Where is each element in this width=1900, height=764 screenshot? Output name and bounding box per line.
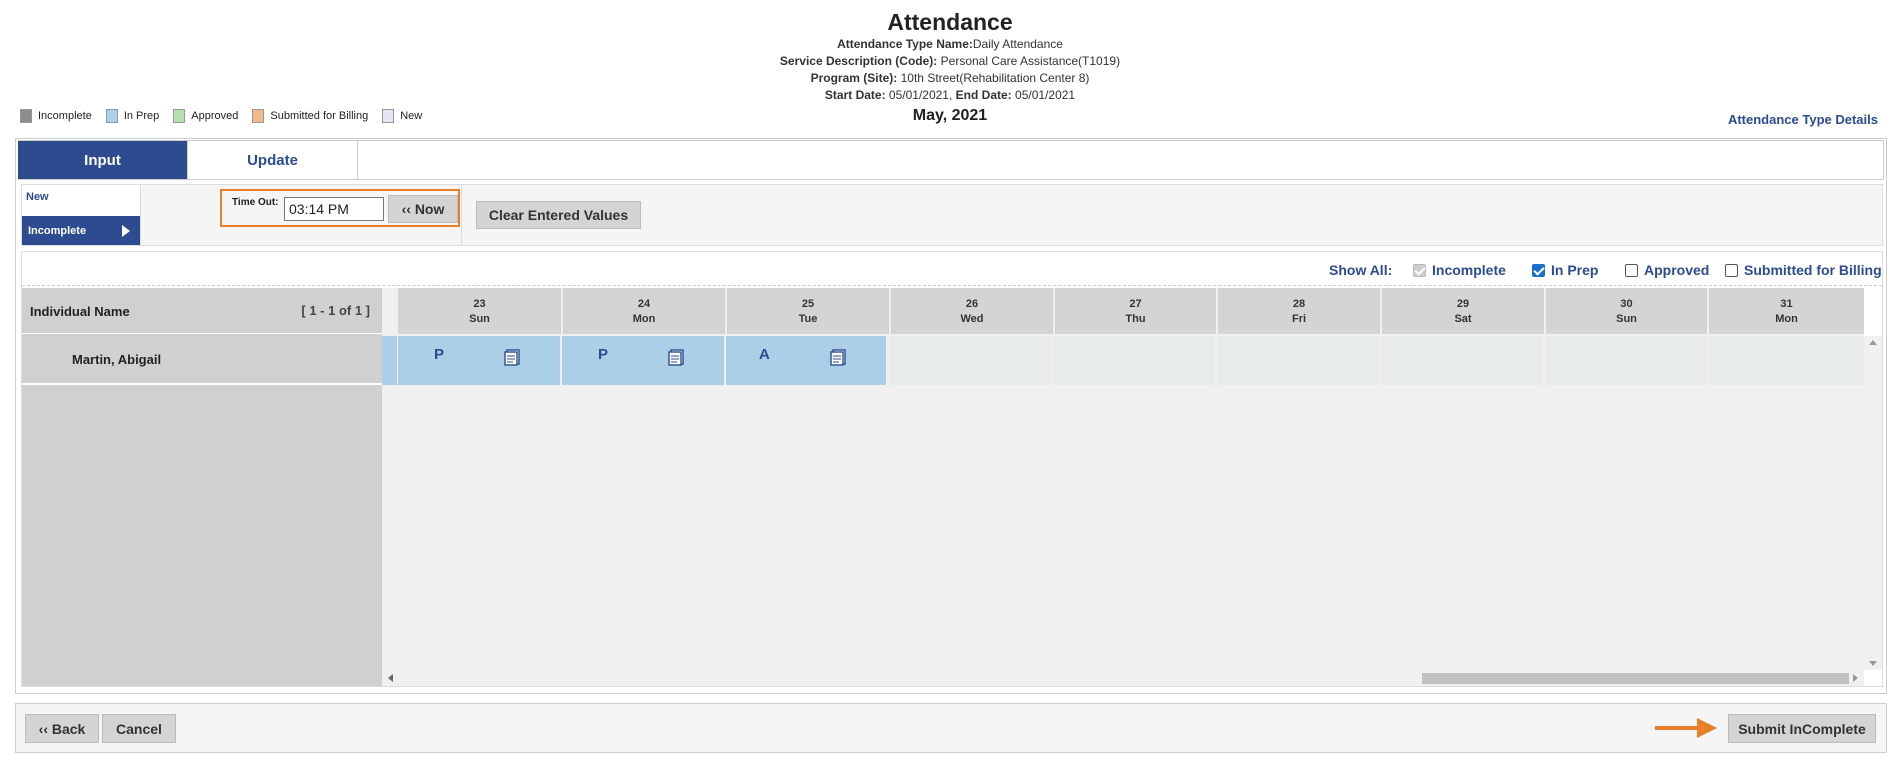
- note-icon[interactable]: [504, 348, 522, 366]
- scroll-left-icon[interactable]: [388, 674, 393, 682]
- individual-name-header-label: Individual Name: [30, 304, 130, 319]
- legend-item-new: New: [382, 109, 422, 123]
- time-out-label: Time Out:: [232, 197, 279, 208]
- footer-bar: [15, 703, 1887, 753]
- play-arrow-icon: [122, 225, 130, 237]
- service-line: Service Description (Code): Personal Car…: [779, 54, 1121, 68]
- show-all-bar: [22, 252, 1882, 286]
- horizontal-scrollbar[interactable]: [382, 670, 1864, 686]
- attendance-cell[interactable]: P: [398, 336, 560, 385]
- tab-update[interactable]: Update: [188, 141, 358, 179]
- legend-swatch: [20, 109, 32, 123]
- clear-entered-values-button[interactable]: Clear Entered Values: [476, 201, 641, 229]
- attendance-cell[interactable]: [889, 336, 1051, 385]
- attendance-code: P: [598, 346, 609, 363]
- individual-row: Martin, Abigail: [22, 336, 382, 385]
- legend-item-approved: Approved: [173, 109, 238, 123]
- previous-day-cell: [382, 336, 397, 385]
- day-header: 27 Thu: [1055, 288, 1216, 334]
- status-incomplete[interactable]: Incomplete: [22, 216, 140, 245]
- submit-incomplete-button[interactable]: Submit InComplete: [1728, 714, 1876, 743]
- day-header: 24 Mon: [563, 288, 725, 334]
- show-all-label: Show All:: [1329, 262, 1393, 278]
- date-range-line: Start Date: 05/01/2021, End Date: 05/01/…: [824, 88, 1076, 102]
- status-legend: Incomplete In Prep Approved Submitted fo…: [20, 109, 436, 123]
- checkbox-approved[interactable]: [1625, 263, 1638, 277]
- time-out-group: Time Out: 03:14 PM ‹‹ Now: [220, 189, 460, 227]
- day-header: 25 Tue: [727, 288, 889, 334]
- day-header: 30 Sun: [1546, 288, 1707, 334]
- scrollbar-thumb[interactable]: [1422, 673, 1849, 684]
- attendance-code: A: [759, 346, 770, 363]
- now-button[interactable]: ‹‹ Now: [388, 195, 458, 223]
- day-header: 31 Mon: [1709, 288, 1864, 334]
- day-header: 23 Sun: [398, 288, 561, 334]
- checkbox-in-prep[interactable]: [1532, 263, 1545, 277]
- attendance-cell[interactable]: [1545, 336, 1707, 385]
- day-header: 26 Wed: [891, 288, 1053, 334]
- legend-swatch: [173, 109, 186, 123]
- legend-swatch: [382, 109, 395, 123]
- note-icon[interactable]: [830, 348, 848, 366]
- checkbox-incomplete[interactable]: [1413, 263, 1426, 277]
- attendance-type-line: Attendance Type Name:Daily Attendance: [837, 37, 1063, 51]
- legend-item-in-prep: In Prep: [105, 109, 159, 123]
- filter-in-prep[interactable]: In Prep: [1532, 262, 1598, 278]
- status-new[interactable]: New: [26, 191, 49, 203]
- attendance-type-details-link[interactable]: Attendance Type Details: [1728, 112, 1878, 127]
- attendance-cell[interactable]: [1381, 336, 1543, 385]
- legend-item-incomplete: Incomplete: [20, 109, 92, 123]
- tab-bar: Input Update: [18, 140, 1884, 180]
- filter-approved[interactable]: Approved: [1625, 262, 1709, 278]
- individual-name-header: Individual Name [ 1 - 1 of 1 ]: [22, 288, 382, 334]
- attendance-cell[interactable]: [1217, 336, 1379, 385]
- note-icon[interactable]: [668, 348, 686, 366]
- highlight-arrow: [1655, 726, 1699, 730]
- day-header: 28 Fri: [1218, 288, 1380, 334]
- filter-submitted-for-billing[interactable]: Submitted for Billing: [1725, 262, 1882, 278]
- cancel-button[interactable]: Cancel: [102, 714, 176, 743]
- attendance-cell[interactable]: [1053, 336, 1215, 385]
- controls-divider: [461, 184, 462, 246]
- filter-incomplete[interactable]: Incomplete: [1413, 262, 1506, 278]
- time-out-input[interactable]: 03:14 PM: [284, 197, 384, 221]
- attendance-cell[interactable]: [1709, 336, 1864, 385]
- highlight-arrow-head-icon: [1697, 718, 1717, 738]
- legend-swatch: [252, 109, 265, 123]
- scroll-up-icon[interactable]: [1869, 340, 1877, 345]
- back-button[interactable]: ‹‹ Back: [25, 714, 99, 743]
- vertical-scrollbar[interactable]: [1864, 336, 1882, 670]
- legend-item-submitted: Submitted for Billing: [252, 109, 368, 123]
- program-line: Program (Site): 10th Street(Rehabilitati…: [810, 71, 1090, 85]
- status-list: New Incomplete: [22, 185, 141, 245]
- page-title: Attendance: [887, 9, 1013, 35]
- paging-info: [ 1 - 1 of 1 ]: [301, 303, 370, 318]
- checkbox-submitted-for-billing[interactable]: [1725, 263, 1738, 277]
- day-header: 29 Sat: [1382, 288, 1544, 334]
- individual-name[interactable]: Martin, Abigail: [72, 352, 161, 367]
- legend-swatch: [105, 109, 118, 123]
- attendance-code: P: [434, 346, 445, 363]
- scroll-right-icon[interactable]: [1853, 674, 1858, 682]
- scroll-down-icon[interactable]: [1869, 661, 1877, 666]
- attendance-cell[interactable]: P: [562, 336, 724, 385]
- tab-input[interactable]: Input: [18, 141, 188, 179]
- attendance-cell[interactable]: A: [726, 336, 886, 385]
